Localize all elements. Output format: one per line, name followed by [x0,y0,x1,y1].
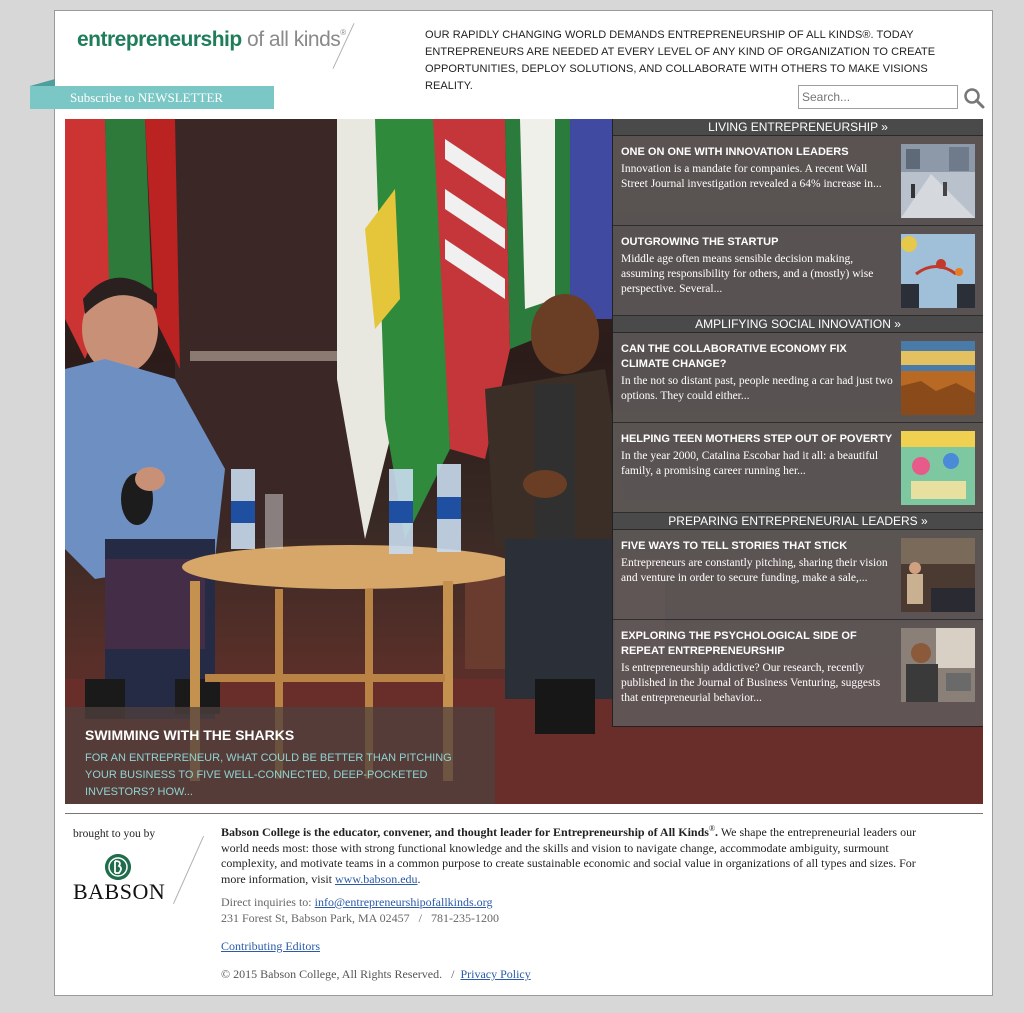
hero-feature[interactable]: SWIMMING WITH THE SHARKS FOR AN ENTREPRE… [65,119,983,804]
contributing-editors-link[interactable]: Contributing Editors [221,939,320,953]
story-thumbnail[interactable] [901,628,975,702]
story-item[interactable]: ONE ON ONE WITH INNOVATION LEADERS Innov… [613,136,983,226]
story-excerpt: In the year 2000, Catalina Escobar had i… [621,450,879,477]
babson-site-link[interactable]: www.babson.edu [335,872,418,886]
section-heading-amplifying-social-innovation[interactable]: AMPLIFYING SOCIAL INNOVATION » [613,316,983,333]
babson-seal-icon[interactable] [105,854,131,880]
babson-logo[interactable]: BABSON [73,879,165,905]
story-thumbnail[interactable] [901,144,975,218]
story-thumbnail[interactable] [901,431,975,505]
story-excerpt: In the not so distant past, people needi… [621,375,893,402]
brought-to-you-by: brought to you by [73,828,156,840]
page: entrepreneurship of all kinds® OUR RAPID… [30,10,993,996]
section-heading-preparing-entrepreneurial-leaders[interactable]: PREPARING ENTREPRENEURIAL LEADERS » [613,513,983,530]
story-title[interactable]: HELPING TEEN MOTHERS STEP OUT OF POVERTY [621,432,893,447]
story-title[interactable]: ONE ON ONE WITH INNOVATION LEADERS [621,145,893,160]
story-sidebar: LIVING ENTREPRENEURSHIP » ONE ON ONE WIT… [612,119,983,727]
story-excerpt: Entrepreneurs are constantly pitching, s… [621,557,888,584]
story-excerpt: Middle age often means sensible decision… [621,253,874,295]
search-icon[interactable] [963,87,985,109]
site-logo[interactable]: entrepreneurship of all kinds® [77,28,346,52]
footer-inquiries: Direct inquiries to: info@entrepreneursh… [221,895,493,909]
newsletter-subscribe-button[interactable]: Subscribe to NEWSLETTER [30,79,274,109]
footer-address: 231 Forest St, Babson Park, MA 02457 / 7… [221,911,500,925]
story-item[interactable]: EXPLORING THE PSYCHOLOGICAL SIDE OF REPE… [613,620,983,710]
footer-about: Babson College is the educator, convener… [221,824,917,886]
story-thumbnail[interactable] [901,341,975,415]
story-item[interactable]: OUTGROWING THE STARTUP Middle age often … [613,226,983,316]
story-item[interactable]: FIVE WAYS TO TELL STORIES THAT STICK Ent… [613,530,983,620]
story-item[interactable]: CAN THE COLLABORATIVE ECONOMY FIX CLIMAT… [613,333,983,423]
contact-email-link[interactable]: info@entrepreneurshipofallkinds.org [315,895,493,909]
footer-divider [65,813,983,814]
hero-caption[interactable]: SWIMMING WITH THE SHARKS FOR AN ENTREPRE… [65,707,495,804]
story-title[interactable]: CAN THE COLLABORATIVE ECONOMY FIX CLIMAT… [621,342,893,372]
hero-title[interactable]: SWIMMING WITH THE SHARKS [85,727,475,743]
story-title[interactable]: FIVE WAYS TO TELL STORIES THAT STICK [621,539,893,554]
story-title[interactable]: EXPLORING THE PSYCHOLOGICAL SIDE OF REPE… [621,629,893,659]
footer-copyright: © 2015 Babson College, All Rights Reserv… [221,967,531,981]
story-thumbnail[interactable] [901,538,975,612]
contributing-editors-link-wrap: Contributing Editors [221,939,320,954]
story-title[interactable]: OUTGROWING THE STARTUP [621,235,893,250]
footer-slash [172,835,205,905]
story-item[interactable]: HELPING TEEN MOTHERS STEP OUT OF POVERTY… [613,423,983,513]
story-thumbnail[interactable] [901,234,975,308]
story-excerpt: Is entrepreneurship addictive? Our resea… [621,662,881,704]
privacy-policy-link[interactable]: Privacy Policy [460,967,530,981]
story-excerpt: Innovation is a mandate for companies. A… [621,163,882,190]
hero-description: FOR AN ENTREPRENEUR, WHAT COULD BE BETTE… [85,752,452,798]
section-heading-living-entrepreneurship[interactable]: LIVING ENTREPRENEURSHIP » [613,119,983,136]
search-input[interactable] [798,85,958,109]
